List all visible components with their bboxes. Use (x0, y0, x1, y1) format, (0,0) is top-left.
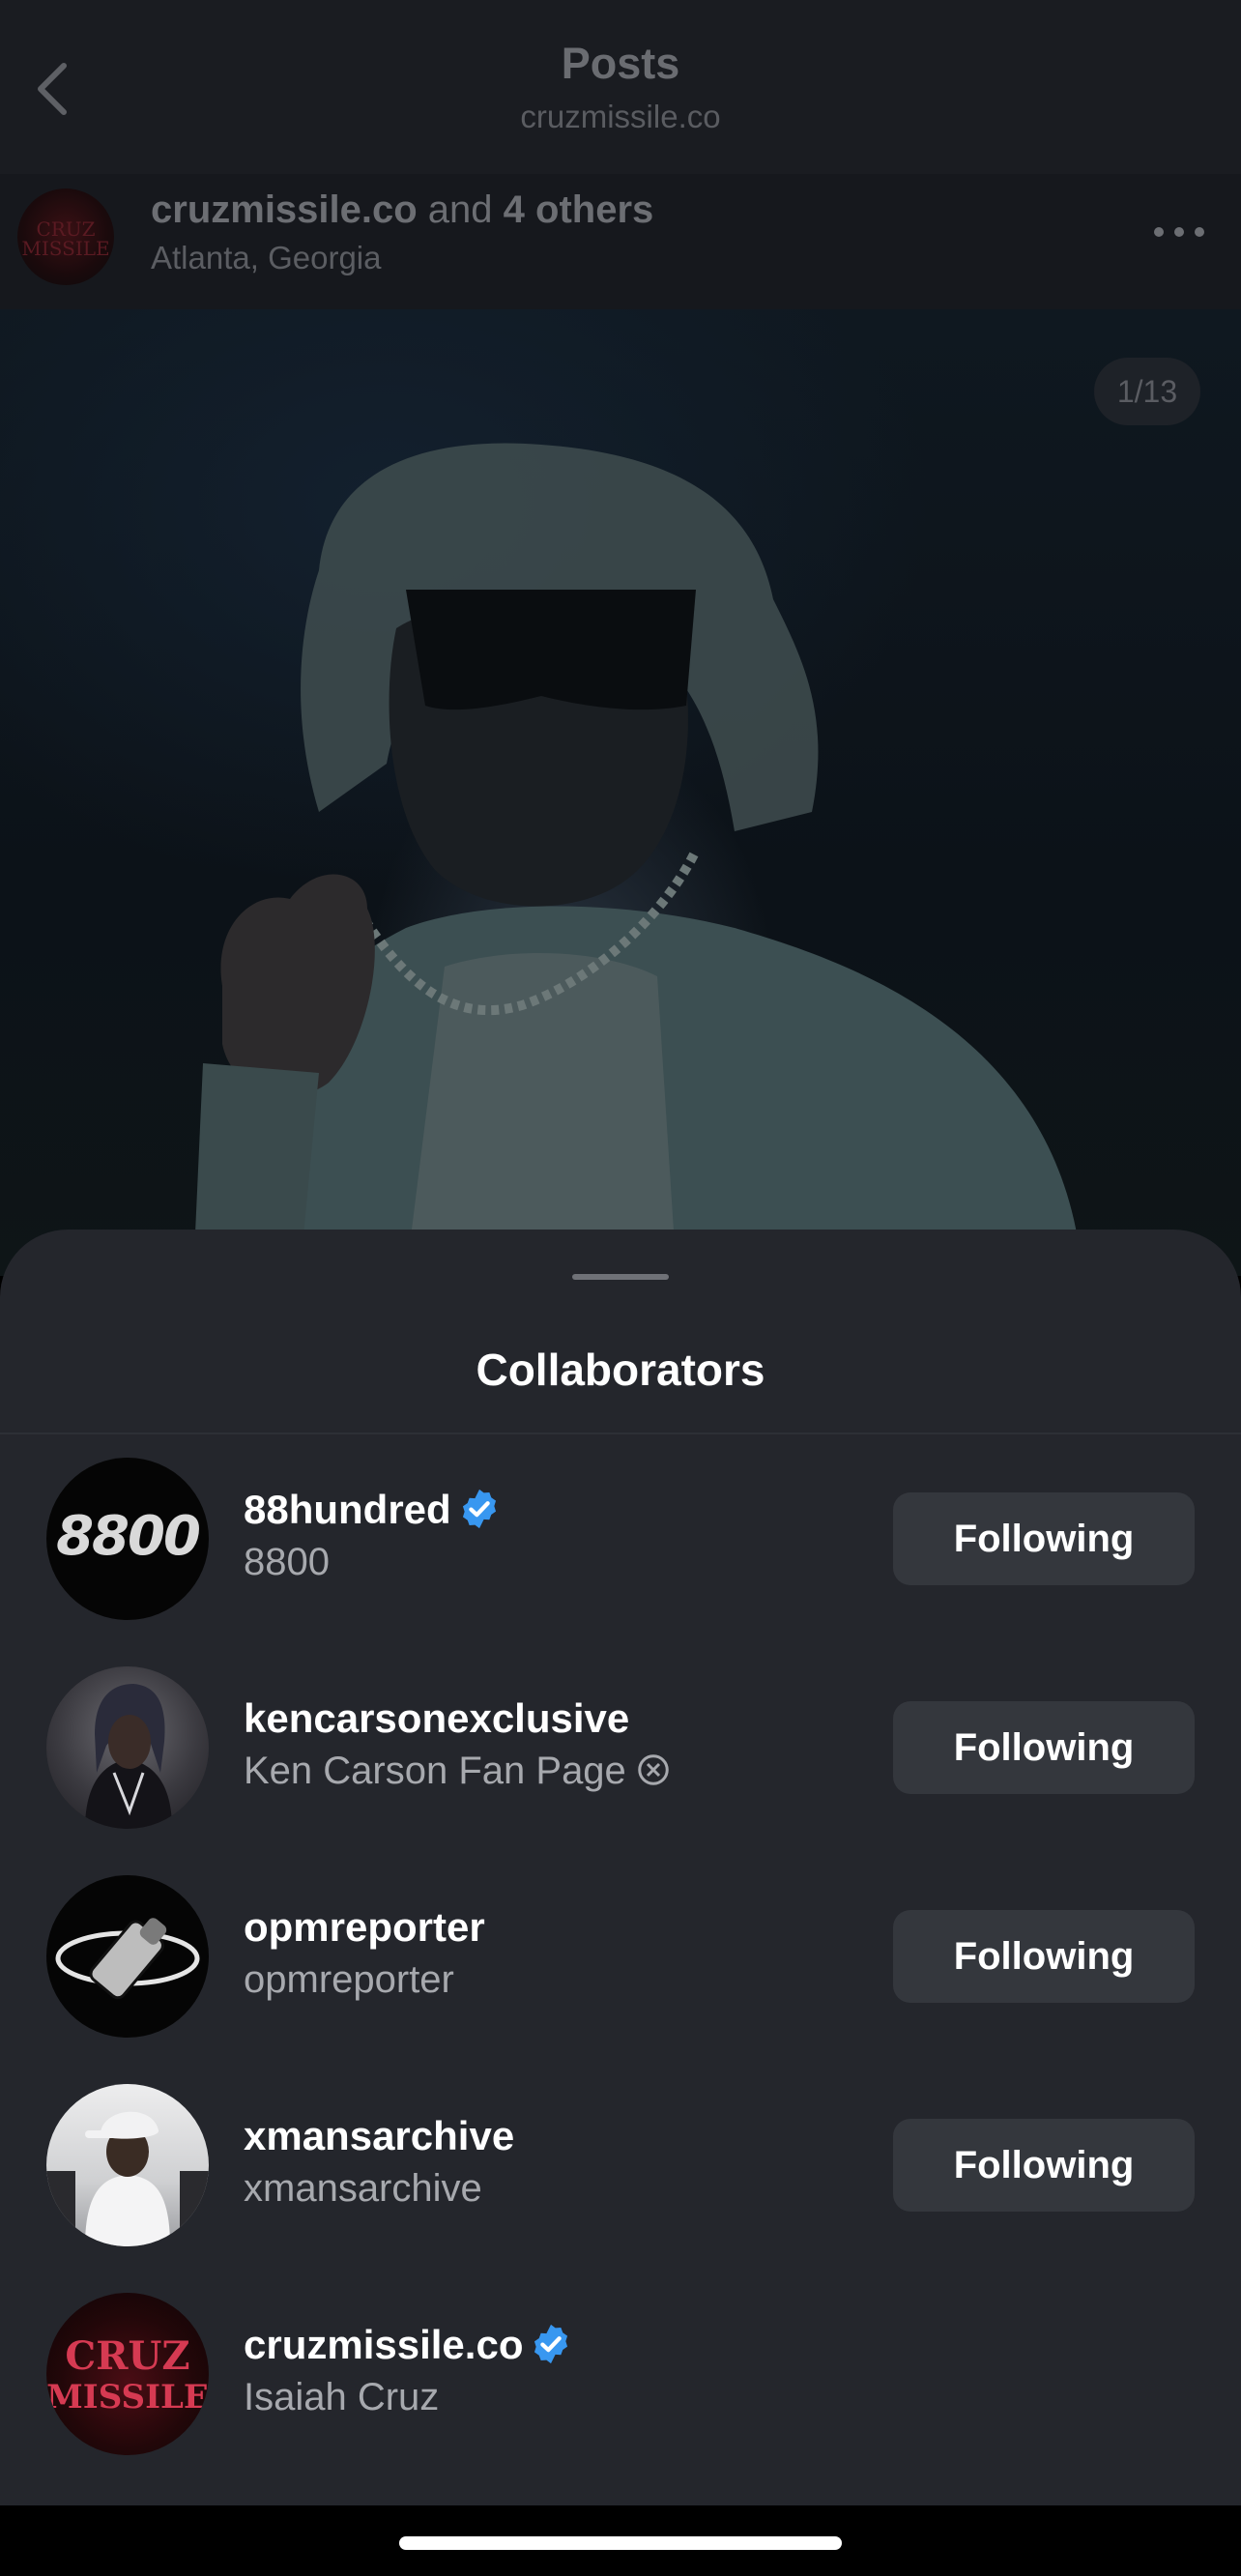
following-button[interactable]: Following (893, 1492, 1195, 1585)
avatar[interactable] (46, 1875, 209, 2038)
verified-badge-icon (534, 2324, 568, 2364)
page-subtitle: cruzmissile.co (520, 99, 721, 134)
collaborator-full-name: Isaiah Cruz (244, 2376, 440, 2418)
home-indicator[interactable] (399, 2536, 842, 2550)
avatar-logo (55, 1918, 200, 2000)
post-location[interactable]: Atlanta, Georgia (151, 240, 381, 276)
sheet-title: Collaborators (476, 1345, 765, 1395)
verified-badge-icon (462, 1489, 496, 1529)
avatar-logo-text-top: CRUZ (65, 2333, 190, 2379)
collaborator-username[interactable]: kencarsonexclusive (244, 1695, 629, 1742)
collaborator-username[interactable]: opmreporter (244, 1904, 485, 1951)
post-avatar-logo: CRUZ MISSILE (21, 217, 110, 260)
collaborator-full-name: Ken Carson Fan Page (244, 1750, 671, 1793)
avatar[interactable] (46, 1666, 209, 1829)
following-button[interactable]: Following (893, 1701, 1195, 1794)
sheet-drag-handle[interactable] (572, 1274, 669, 1280)
avatar[interactable]: 8800 (46, 1458, 209, 1620)
collaborator-username[interactable]: 88hundred (244, 1487, 502, 1533)
avatar-photo (46, 2111, 209, 2246)
collaborator-row-88hundred[interactable]: 8800 88hundred 8800 Following (0, 1458, 1241, 1651)
post-photo[interactable] (0, 309, 1241, 1276)
following-button[interactable]: Following (893, 2119, 1195, 2212)
post-others-link[interactable]: 4 others (504, 188, 654, 231)
collaborator-row-xmansarchive[interactable]: xmansarchive xmansarchive Following (0, 2084, 1241, 2277)
collaborator-row-kencarsonexclusive[interactable]: kencarsonexclusive Ken Carson Fan Page F… (0, 1666, 1241, 1860)
post-authors[interactable]: cruzmissile.co and 4 others (151, 188, 653, 232)
avatar-photo (85, 1684, 172, 1829)
carousel-counter: 1/13 (1094, 358, 1200, 425)
post-authors-joiner: and (417, 188, 504, 231)
post-author-avatar[interactable]: CRUZ MISSILE (17, 188, 114, 285)
top-navigation-bar: Posts cruzmissile.co (0, 0, 1241, 174)
more-horizontal-icon[interactable] (1150, 217, 1208, 246)
post-photo-figure (193, 443, 1082, 1276)
page-title: Posts (561, 39, 680, 88)
collaborator-full-name: 8800 (244, 1541, 330, 1583)
username-text: 88hundred (244, 1487, 451, 1532)
collaborator-full-name: opmreporter (244, 1958, 454, 2001)
collaborator-username[interactable]: xmansarchive (244, 2113, 514, 2159)
following-button[interactable]: Following (893, 1910, 1195, 2003)
sheet-divider (0, 1433, 1241, 1434)
full-name-text: Ken Carson Fan Page (244, 1750, 626, 1792)
collaborator-row-opmreporter[interactable]: opmreporter opmreporter Following (0, 1875, 1241, 2069)
x-circle-icon (638, 1754, 669, 1786)
collaborator-full-name: xmansarchive (244, 2167, 482, 2210)
collaborator-row-cruzmissile[interactable]: CRUZ MISSILE cruzmissile.co Isaiah Cruz (0, 2293, 1241, 2486)
avatar-logo-text-bottom: MISSILE (46, 2378, 209, 2417)
avatar[interactable]: CRUZ MISSILE (46, 2293, 209, 2455)
username-text: cruzmissile.co (244, 2322, 524, 2367)
collaborator-username[interactable]: cruzmissile.co (244, 2322, 573, 2368)
post-page-background: Posts cruzmissile.co CRUZ MISSILE cruzmi… (0, 0, 1241, 1276)
avatar[interactable] (46, 2084, 209, 2246)
avatar-logo-text: 8800 (56, 1505, 201, 1568)
post-author-username[interactable]: cruzmissile.co (151, 188, 418, 231)
